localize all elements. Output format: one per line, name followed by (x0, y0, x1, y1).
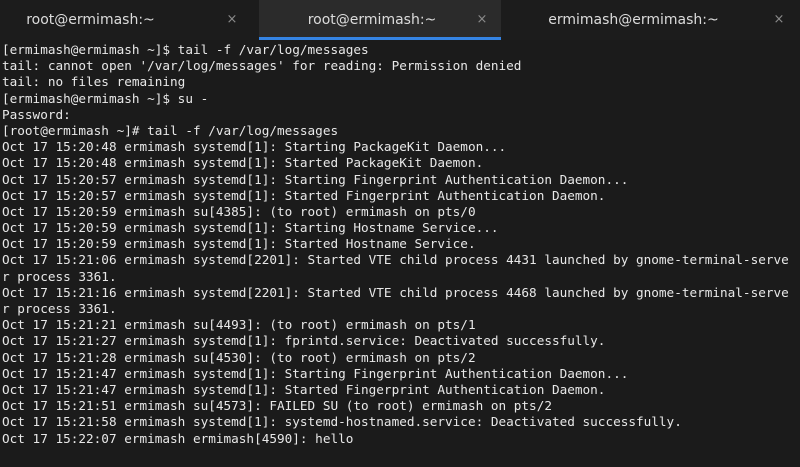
close-icon[interactable]: × (770, 11, 788, 29)
close-icon[interactable]: × (223, 11, 241, 29)
tab-root-2-active[interactable]: root@ermimash:~ × (259, 0, 501, 40)
terminal-line: Oct 17 15:21:51 ermimash su[4573]: FAILE… (2, 398, 552, 414)
terminal-line: Password: (2, 106, 71, 122)
terminal-line: r process 3361. (2, 301, 117, 316)
terminal-line: Oct 17 15:21:28 ermimash su[4530]: (to r… (2, 349, 476, 365)
close-icon[interactable]: × (473, 11, 491, 29)
terminal-line: [ermimash@ermimash ~]$ su - (2, 90, 209, 106)
terminal-line: Oct 17 15:21:16 ermimash systemd[2201]: … (2, 284, 789, 300)
terminal-line: tail: cannot open '/var/log/messages' fo… (2, 58, 522, 74)
terminal-line: Oct 17 15:20:59 ermimash su[4385]: (to r… (2, 203, 476, 219)
terminal-line: Oct 17 15:20:48 ermimash systemd[1]: Sta… (2, 139, 507, 155)
terminal-line: Oct 17 15:20:59 ermimash systemd[1]: Sta… (2, 236, 476, 252)
terminal-line: Oct 17 15:21:21 ermimash su[4493]: (to r… (2, 317, 476, 333)
tab-title: root@ermimash:~ (26, 12, 155, 28)
terminal-window: root@ermimash:~ × root@ermimash:~ × ermi… (0, 0, 800, 467)
terminal-line: Oct 17 15:21:06 ermimash systemd[2201]: … (2, 252, 789, 268)
terminal-line: Oct 17 15:21:47 ermimash systemd[1]: Sta… (2, 381, 606, 397)
tab-root-1[interactable]: root@ermimash:~ × (0, 0, 259, 40)
terminal-line: Oct 17 15:20:57 ermimash systemd[1]: Sta… (2, 187, 606, 203)
terminal-line: Oct 17 15:22:07 ermimash ermimash[4590]:… (2, 430, 354, 446)
tab-title: root@ermimash:~ (307, 12, 437, 28)
terminal-line: Oct 17 15:20:48 ermimash systemd[1]: Sta… (2, 155, 484, 171)
terminal-line: Oct 17 15:20:57 ermimash systemd[1]: Sta… (2, 171, 629, 187)
tab-bar: root@ermimash:~ × root@ermimash:~ × ermi… (0, 0, 800, 40)
terminal-line: [root@ermimash ~]# tail -f /var/log/mess… (2, 122, 339, 138)
tab-title: ermimash@ermimash:~ (548, 12, 719, 28)
terminal-output[interactable]: [ermimash@ermimash ~]$ tail -f /var/log/… (0, 40, 800, 467)
terminal-line: Oct 17 15:21:27 ermimash systemd[1]: fpr… (2, 333, 606, 349)
terminal-line: [ermimash@ermimash ~]$ tail -f /var/log/… (2, 42, 369, 57)
terminal-line: tail: no files remaining (2, 74, 186, 90)
terminal-line: Oct 17 15:20:59 ermimash systemd[1]: Sta… (2, 220, 499, 236)
terminal-line: Oct 17 15:21:58 ermimash systemd[1]: sys… (2, 414, 682, 430)
terminal-line: Oct 17 15:21:47 ermimash systemd[1]: Sta… (2, 365, 629, 381)
terminal-line: r process 3361. (2, 268, 117, 284)
tab-ermimash[interactable]: ermimash@ermimash:~ × (501, 0, 800, 40)
